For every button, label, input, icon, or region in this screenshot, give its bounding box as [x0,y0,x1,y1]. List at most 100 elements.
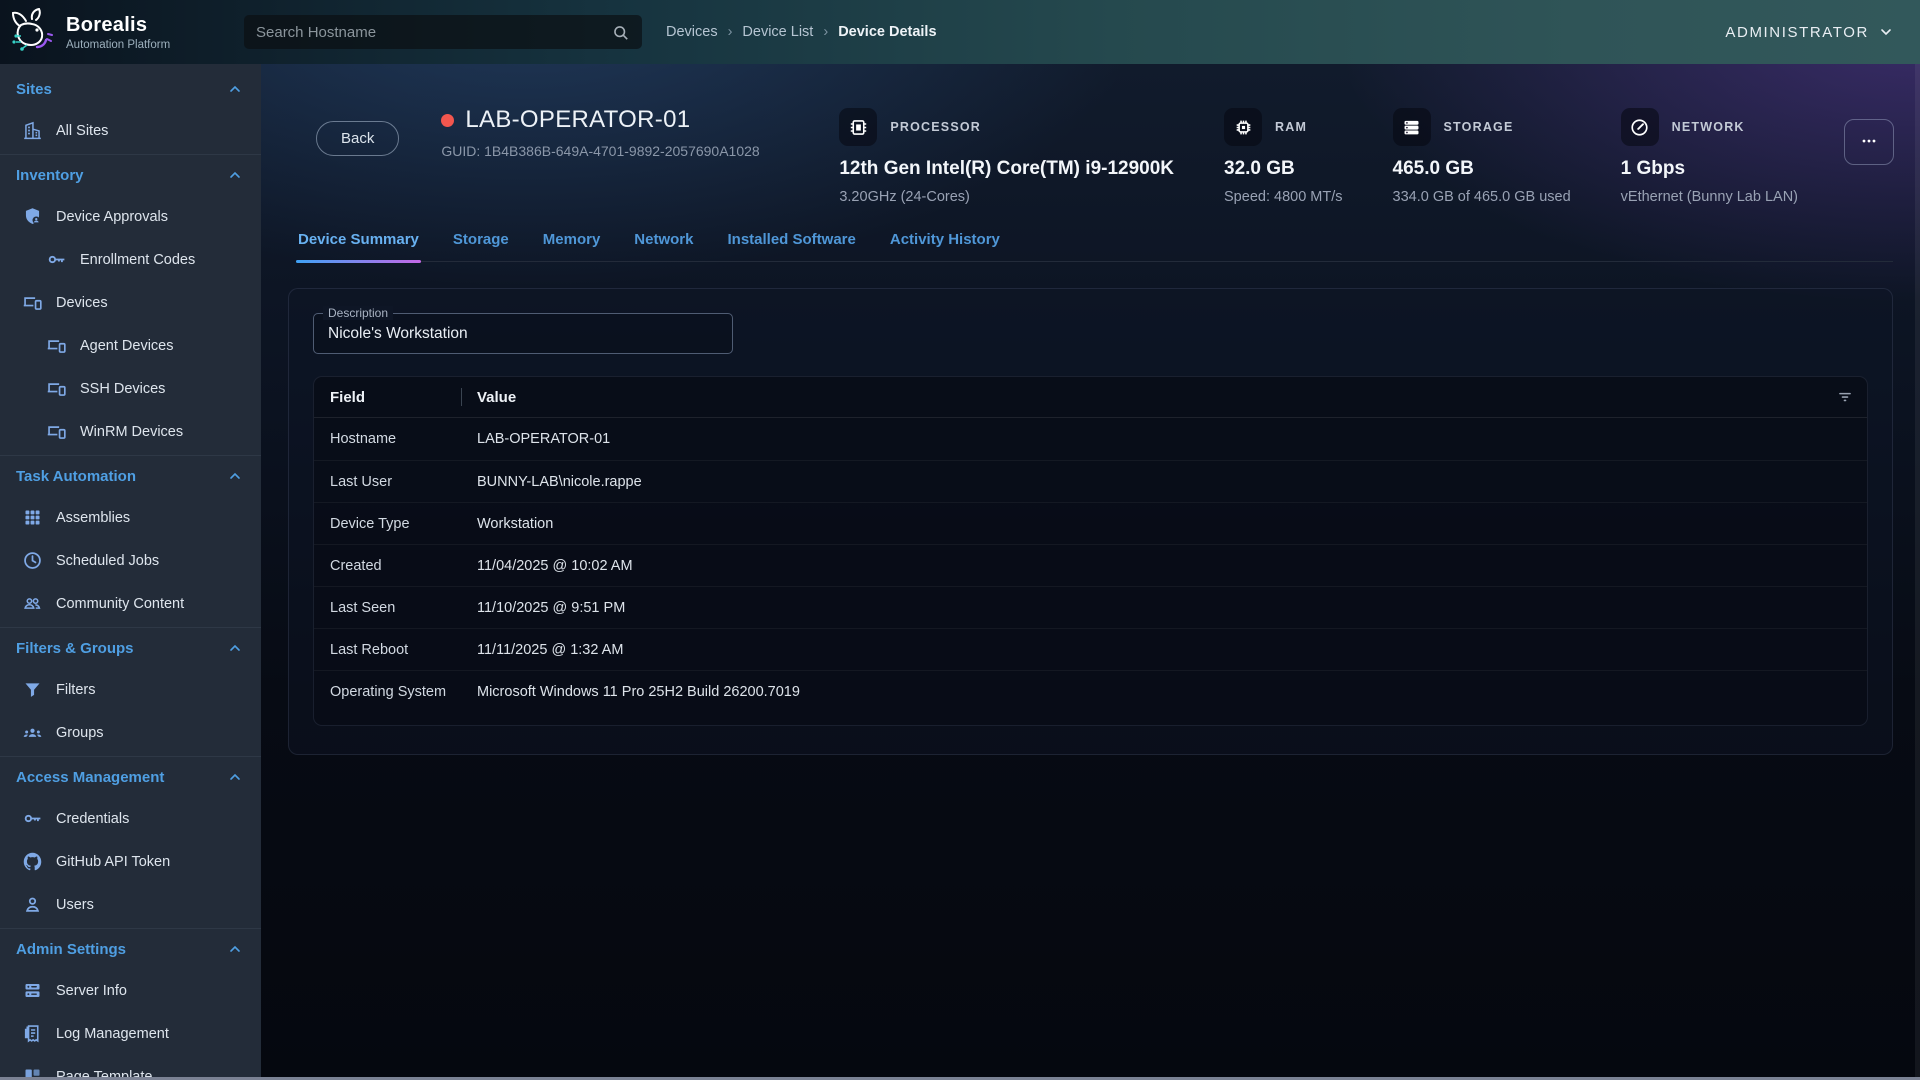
sidebar-item-all-sites[interactable]: All Sites [0,109,261,152]
section-label: Task Automation [16,468,136,485]
stat-label: PROCESSOR [890,120,981,134]
cell-value: Microsoft Windows 11 Pro 25H2 Build 2620… [461,684,1851,700]
search-icon[interactable] [611,23,630,42]
device-stats: PROCESSOR 12th Gen Intel(R) Core(TM) i9-1… [839,106,1798,205]
breadcrumb-separator: › [823,24,828,40]
cpu-icon [839,108,877,146]
sidebar-item-agent-devices[interactable]: Agent Devices [0,324,261,367]
cell-field: Last User [330,474,461,490]
sidebar-item-scheduled-jobs[interactable]: Scheduled Jobs [0,539,261,582]
brand-text: Borealis Automation Platform [66,14,170,51]
sidebar-item-github-api-token[interactable]: GitHub API Token [0,840,261,883]
sidebar-item-log-management[interactable]: Log Management [0,1012,261,1055]
speedometer-icon [1621,108,1659,146]
clock-icon [22,550,43,571]
grid-icon [22,507,43,528]
cell-field: Operating System [330,684,461,700]
sidebar-item-label: Log Management [56,1026,169,1042]
stat-value: 465.0 GB [1393,158,1571,180]
cell-field: Device Type [330,516,461,532]
chevron-up-icon [227,81,243,97]
stat-processor: PROCESSOR 12th Gen Intel(R) Core(TM) i9-1… [839,108,1174,205]
sidebar-item-winrm-devices[interactable]: WinRM Devices [0,410,261,453]
stat-subtext: Speed: 4800 MT/s [1224,189,1343,205]
sidebar-item-label: SSH Devices [80,381,165,397]
devices-icon [46,335,67,356]
sidebar-section-header-admin-settings[interactable]: Admin Settings [0,929,261,969]
sidebar-item-enrollment-codes[interactable]: Enrollment Codes [0,238,261,281]
sidebar-item-label: Filters [56,682,95,698]
table-row-created: Created11/04/2025 @ 10:02 AM [314,544,1867,586]
building-icon [22,120,43,141]
sidebar-item-label: Device Approvals [56,209,168,225]
ram-chip-icon [1224,108,1262,146]
summary-table-rows: HostnameLAB-OPERATOR-01Last UserBUNNY-LA… [314,418,1867,712]
sidebar-item-filters[interactable]: Filters [0,668,261,711]
breadcrumb-device-list[interactable]: Device List [742,24,813,40]
tab-installed-software[interactable]: Installed Software [725,231,857,261]
more-actions-button[interactable] [1844,119,1894,165]
sidebar-item-label: Groups [56,725,104,741]
sidebar-item-label: Community Content [56,596,184,612]
device-guid: GUID: 1B4B386B-649A-4701-9892-2057690A10… [441,143,759,159]
search-input[interactable] [256,24,611,41]
sidebar-section-header-task-automation[interactable]: Task Automation [0,456,261,496]
summary-table: Field Value HostnameLAB-OPERATOR-01Last … [313,376,1868,726]
cell-value: 11/11/2025 @ 1:32 AM [461,642,1851,658]
section-label: Inventory [16,167,84,184]
tab-storage[interactable]: Storage [451,231,511,261]
page-scrollbar[interactable] [1915,64,1920,1077]
stat-label: STORAGE [1444,120,1514,134]
sidebar-item-label: Assemblies [56,510,130,526]
device-title-block: LAB-OPERATOR-01 GUID: 1B4B386B-649A-4701… [441,106,759,159]
sidebar-section-header-sites[interactable]: Sites [0,69,261,109]
tab-activity-history[interactable]: Activity History [888,231,1002,261]
sidebar-item-devices[interactable]: Devices [0,281,261,324]
rabbit-logo-icon [8,8,56,56]
device-header: Back LAB-OPERATOR-01 GUID: 1B4B386B-649A… [261,64,1920,205]
sidebar-item-server-info[interactable]: Server Info [0,969,261,1012]
sidebar-section-header-inventory[interactable]: Inventory [0,155,261,195]
sidebar-item-label: Agent Devices [80,338,174,354]
description-field: Description [313,313,733,354]
tab-network[interactable]: Network [632,231,695,261]
chevron-up-icon [227,941,243,957]
table-filter-button[interactable] [1835,387,1855,407]
sidebar-item-groups[interactable]: Groups [0,711,261,754]
section-label: Filters & Groups [16,640,134,657]
layout-icon [22,1066,43,1077]
sidebar-item-label: All Sites [56,123,108,139]
sidebar-section-header-filters-groups[interactable]: Filters & Groups [0,628,261,668]
breadcrumb: Devices›Device List›Device Details [666,24,937,40]
key-icon [22,808,43,829]
breadcrumb-devices[interactable]: Devices [666,24,718,40]
main-content: Back LAB-OPERATOR-01 GUID: 1B4B386B-649A… [261,64,1920,1077]
log-icon [22,1023,43,1044]
sidebar-item-label: Users [56,897,94,913]
breadcrumb-device-details: Device Details [838,24,936,40]
sidebar-item-label: Scheduled Jobs [56,553,159,569]
sidebar-section-header-access-management[interactable]: Access Management [0,757,261,797]
cell-field: Last Reboot [330,642,461,658]
back-button[interactable]: Back [316,121,399,156]
top-bar: Borealis Automation Platform Devices › Dev… [0,0,1920,64]
storage-icon [1393,108,1431,146]
sidebar-item-ssh-devices[interactable]: SSH Devices [0,367,261,410]
tab-memory[interactable]: Memory [541,231,603,261]
sidebar-item-credentials[interactable]: Credentials [0,797,261,840]
brand: Borealis Automation Platform [0,8,244,56]
stat-value: 12th Gen Intel(R) Core(TM) i9-12900K [839,158,1174,180]
sidebar-item-users[interactable]: Users [0,883,261,926]
sidebar-item-assemblies[interactable]: Assemblies [0,496,261,539]
user-menu[interactable]: ADMINISTRATOR [1725,24,1894,41]
sidebar-item-device-approvals[interactable]: Device Approvals [0,195,261,238]
sidebar-item-community-content[interactable]: Community Content [0,582,261,625]
groups-icon [22,722,43,743]
stat-label: NETWORK [1672,120,1745,134]
tab-device-summary[interactable]: Device Summary [296,231,421,261]
sidebar: Sites All Sites Inventory Device Approvals E… [0,64,261,1077]
sidebar-item-label: Enrollment Codes [80,252,195,268]
github-icon [22,851,43,872]
server-icon [22,980,43,1001]
sidebar-item-page-template[interactable]: Page Template [0,1055,261,1077]
